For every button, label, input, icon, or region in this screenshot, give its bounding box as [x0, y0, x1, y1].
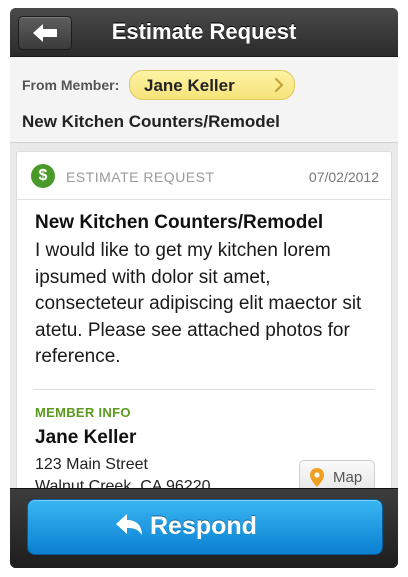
from-member-label: From Member:	[22, 77, 120, 93]
member-info-name: Jane Keller	[35, 427, 137, 448]
card-subject: New Kitchen Counters/Remodel	[35, 212, 324, 233]
card-body-text: I would like to get my kitchen lorem ips…	[35, 240, 362, 367]
respond-button[interactable]: Respond	[27, 499, 383, 555]
content-scroll-area[interactable]: $ ESTIMATE REQUEST 07/02/2012 New Kitche…	[10, 143, 398, 488]
map-pin-icon	[310, 468, 324, 487]
section-divider	[33, 389, 375, 390]
member-pill-button[interactable]: Jane Keller	[129, 70, 295, 100]
card-divider	[17, 199, 391, 200]
card-date: 07/02/2012	[308, 169, 379, 185]
back-button[interactable]	[18, 16, 72, 50]
member-pill-name: Jane Keller	[144, 76, 235, 95]
chevron-right-icon	[275, 78, 284, 92]
map-button[interactable]: Map	[299, 460, 375, 488]
device-frame: Estimate Request From Member: Jane Kelle…	[10, 8, 398, 568]
respond-button-label: Respond	[150, 512, 257, 540]
dollar-icon: $	[31, 164, 55, 188]
member-info-label: MEMBER INFO	[35, 405, 131, 420]
address-line-1: 123 Main Street	[35, 456, 148, 473]
back-arrow-icon	[33, 24, 57, 42]
card-type-label: ESTIMATE REQUEST	[66, 169, 215, 185]
message-header: From Member: Jane Keller New Kitchen Cou…	[10, 57, 398, 143]
page-title: Estimate Request	[111, 19, 297, 44]
navigation-bar: Estimate Request	[10, 8, 398, 57]
address-line-2: Walnut Creek, CA 96220	[35, 478, 211, 488]
message-subject: New Kitchen Counters/Remodel	[22, 112, 280, 131]
map-button-label: Map	[333, 469, 363, 486]
reply-arrow-icon	[116, 514, 142, 535]
estimate-card: $ ESTIMATE REQUEST 07/02/2012 New Kitche…	[16, 151, 392, 488]
bottom-bar: Respond	[10, 488, 398, 568]
